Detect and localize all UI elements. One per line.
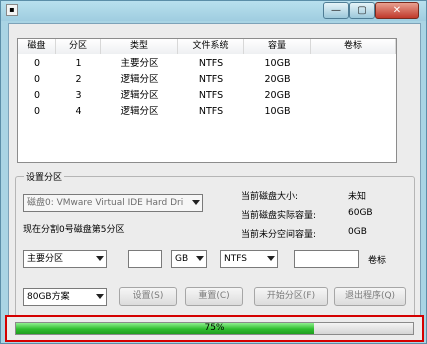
cell-partition: 2 <box>75 74 82 85</box>
chevron-down-icon <box>196 256 204 261</box>
unallocated-value: 0GB <box>348 227 367 237</box>
column-header-filesystem[interactable]: 文件系统 <box>178 39 244 54</box>
column-header-capacity[interactable]: 容量 <box>244 39 311 54</box>
chevron-down-icon <box>267 256 275 261</box>
partition-list[interactable]: 磁盘 分区 类型 文件系统 容量 卷标 0 1 主要分区 NTFS 10GB 0… <box>17 38 397 163</box>
exit-button[interactable]: 退出程序(Q) <box>334 287 406 306</box>
cell-disk: 0 <box>33 58 41 69</box>
application-window: ▪ — ▢ ✕ 磁盘 分区 类型 文件系统 容量 卷标 0 1 主要分区 NTF… <box>0 0 427 344</box>
title-bar[interactable]: ▪ — ▢ ✕ <box>1 1 426 21</box>
client-area: 磁盘 分区 类型 文件系统 容量 卷标 0 1 主要分区 NTFS 10GB 0… <box>8 23 421 339</box>
size-input[interactable] <box>128 250 162 268</box>
cell-capacity: 10GB <box>264 106 291 117</box>
cell-filesystem: NTFS <box>198 90 224 101</box>
progress-bar: 75% <box>15 322 414 335</box>
chevron-down-icon <box>96 256 104 261</box>
cell-type: 主要分区 <box>120 58 159 69</box>
column-header-label[interactable]: 卷标 <box>311 39 396 54</box>
column-header-partition[interactable]: 分区 <box>56 39 101 54</box>
column-header-disk[interactable]: 磁盘 <box>18 39 56 54</box>
actual-capacity-value: 60GB <box>348 208 373 218</box>
cell-disk: 0 <box>33 106 41 117</box>
close-button[interactable]: ✕ <box>375 2 419 19</box>
cell-capacity: 20GB <box>264 74 291 85</box>
scheme-value: 80GB方案 <box>27 292 70 302</box>
list-header: 磁盘 分区 类型 文件系统 容量 卷标 <box>18 39 396 54</box>
scheme-select[interactable]: 80GB方案 <box>23 288 107 306</box>
start-partition-button[interactable]: 开始分区(F) <box>254 287 328 306</box>
partition-type-select[interactable]: 主要分区 <box>23 250 107 268</box>
cell-partition: 3 <box>75 90 82 101</box>
minimize-button[interactable]: — <box>323 2 349 19</box>
cell-partition: 4 <box>75 106 82 117</box>
progress-label: 75% <box>204 323 225 333</box>
actual-capacity-label: 当前磁盘实际容量: <box>241 211 317 221</box>
cell-type: 逻辑分区 <box>120 106 159 117</box>
disk-select[interactable]: 磁盘0: VMware Virtual IDE Hard Dri <box>23 194 203 212</box>
maximize-button[interactable]: ▢ <box>349 2 375 19</box>
cell-label <box>311 88 396 104</box>
filesystem-value: NTFS <box>224 254 247 264</box>
disk-size-value: 未知 <box>348 192 367 202</box>
unit-value: GB <box>175 254 189 264</box>
disk-size-label: 当前磁盘大小: <box>241 192 299 202</box>
volume-label-caption: 卷标 <box>368 256 387 266</box>
progress-highlight: 75% <box>5 315 424 342</box>
group-title: 设置分区 <box>24 170 65 183</box>
set-button[interactable]: 设置(S) <box>119 287 177 306</box>
cell-filesystem: NTFS <box>198 74 224 85</box>
cell-disk: 0 <box>33 90 41 101</box>
cell-type: 逻辑分区 <box>120 90 159 101</box>
filesystem-select[interactable]: NTFS <box>220 250 278 268</box>
cell-filesystem: NTFS <box>198 58 224 69</box>
cell-disk: 0 <box>33 74 41 85</box>
cell-capacity: 20GB <box>264 90 291 101</box>
status-line: 现在分割0号磁盘第5分区 <box>23 225 125 235</box>
cell-label <box>311 72 396 88</box>
unallocated-label: 当前未分空间容量: <box>241 230 317 240</box>
chevron-down-icon <box>192 200 200 205</box>
cell-filesystem: NTFS <box>198 106 224 117</box>
reset-button[interactable]: 重置(C) <box>185 287 243 306</box>
column-header-type[interactable]: 类型 <box>101 39 178 54</box>
partition-type-value: 主要分区 <box>27 254 64 264</box>
cell-label <box>311 56 396 72</box>
disk-select-value: 磁盘0: VMware Virtual IDE Hard Dri <box>27 198 184 208</box>
partition-settings-group: 设置分区 磁盘0: VMware Virtual IDE Hard Dri 现在… <box>15 170 415 317</box>
cell-capacity: 10GB <box>264 58 291 69</box>
cell-type: 逻辑分区 <box>120 74 159 85</box>
chevron-down-icon <box>96 294 104 299</box>
cell-label <box>311 104 396 120</box>
document-icon: ▪ <box>6 4 18 16</box>
volume-label-input[interactable] <box>294 250 359 268</box>
cell-partition: 1 <box>75 58 82 69</box>
unit-select[interactable]: GB <box>171 250 207 268</box>
